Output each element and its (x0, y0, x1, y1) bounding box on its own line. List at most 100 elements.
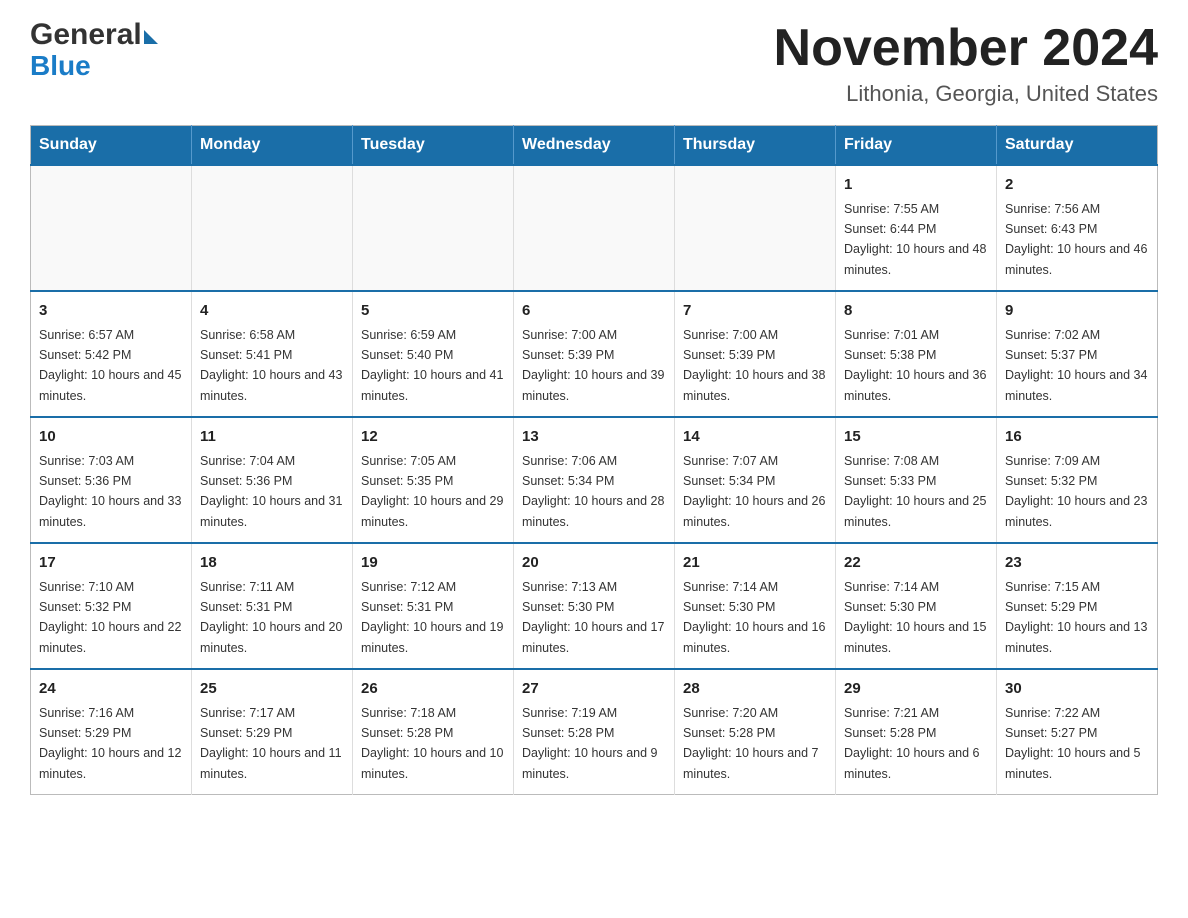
day-info: Sunrise: 7:21 AMSunset: 5:28 PMDaylight:… (844, 706, 980, 781)
day-info: Sunrise: 7:15 AMSunset: 5:29 PMDaylight:… (1005, 580, 1147, 655)
weekday-header-saturday: Saturday (997, 126, 1158, 166)
day-number: 23 (1005, 552, 1149, 575)
calendar-cell-w3-d6: 16 Sunrise: 7:09 AMSunset: 5:32 PMDayligh… (997, 417, 1158, 543)
calendar-cell-w5-d3: 27Sunrise: 7:19 AMSunset: 5:28 PMDayligh… (514, 669, 675, 795)
day-info: Sunrise: 7:06 AMSunset: 5:34 PMDaylight:… (522, 454, 664, 529)
logo: General Blue (30, 20, 158, 82)
calendar-cell-w5-d4: 28 Sunrise: 7:20 AMSunset: 5:28 PMDayligh… (675, 669, 836, 795)
calendar-cell-w1-d1 (192, 165, 353, 291)
day-info: Sunrise: 7:02 AMSunset: 5:37 PMDaylight:… (1005, 328, 1147, 403)
day-info: Sunrise: 6:58 AMSunset: 5:41 PMDaylight:… (200, 328, 342, 403)
day-info: Sunrise: 7:55 AMSunset: 6:44 PMDaylight:… (844, 202, 986, 277)
weekday-header-wednesday: Wednesday (514, 126, 675, 166)
day-number: 15 (844, 426, 988, 449)
calendar-week-3: 10Sunrise: 7:03 AMSunset: 5:36 PMDayligh… (31, 417, 1158, 543)
calendar-cell-w2-d6: 9 Sunrise: 7:02 AMSunset: 5:37 PMDaylight… (997, 291, 1158, 417)
calendar-cell-w1-d6: 2 Sunrise: 7:56 AMSunset: 6:43 PMDaylight… (997, 165, 1158, 291)
calendar-cell-w4-d6: 23 Sunrise: 7:15 AMSunset: 5:29 PMDayligh… (997, 543, 1158, 669)
day-number: 28 (683, 678, 827, 701)
day-info: Sunrise: 7:14 AMSunset: 5:30 PMDaylight:… (683, 580, 825, 655)
calendar-cell-w2-d1: 4 Sunrise: 6:58 AMSunset: 5:41 PMDaylight… (192, 291, 353, 417)
calendar-cell-w5-d6: 30 Sunrise: 7:22 AMSunset: 5:27 PMDayligh… (997, 669, 1158, 795)
calendar-cell-w3-d5: 15 Sunrise: 7:08 AMSunset: 5:33 PMDayligh… (836, 417, 997, 543)
day-number: 5 (361, 300, 505, 323)
calendar-cell-w1-d0 (31, 165, 192, 291)
calendar-cell-w3-d4: 14 Sunrise: 7:07 AMSunset: 5:34 PMDayligh… (675, 417, 836, 543)
day-number: 12 (361, 426, 505, 449)
calendar-header-row: SundayMondayTuesdayWednesdayThursdayFrid… (31, 126, 1158, 166)
weekday-header-sunday: Sunday (31, 126, 192, 166)
calendar-cell-w3-d2: 12 Sunrise: 7:05 AMSunset: 5:35 PMDayligh… (353, 417, 514, 543)
day-number: 19 (361, 552, 505, 575)
day-info: Sunrise: 7:03 AMSunset: 5:36 PMDaylight:… (39, 454, 181, 529)
day-info: Sunrise: 6:57 AMSunset: 5:42 PMDaylight:… (39, 328, 181, 403)
month-title: November 2024 (774, 20, 1158, 77)
day-info: Sunrise: 7:08 AMSunset: 5:33 PMDaylight:… (844, 454, 986, 529)
day-number: 20 (522, 552, 666, 575)
calendar-cell-w2-d2: 5 Sunrise: 6:59 AMSunset: 5:40 PMDaylight… (353, 291, 514, 417)
day-number: 30 (1005, 678, 1149, 701)
calendar-cell-w1-d4 (675, 165, 836, 291)
day-info: Sunrise: 7:14 AMSunset: 5:30 PMDaylight:… (844, 580, 986, 655)
location-label: Lithonia, Georgia, United States (774, 81, 1158, 107)
day-info: Sunrise: 7:22 AMSunset: 5:27 PMDaylight:… (1005, 706, 1141, 781)
calendar-week-2: 3 Sunrise: 6:57 AMSunset: 5:42 PMDaylight… (31, 291, 1158, 417)
day-info: Sunrise: 7:11 AMSunset: 5:31 PMDaylight:… (200, 580, 342, 655)
weekday-header-thursday: Thursday (675, 126, 836, 166)
logo-blue-text: Blue (30, 50, 91, 82)
weekday-header-friday: Friday (836, 126, 997, 166)
day-info: Sunrise: 7:09 AMSunset: 5:32 PMDaylight:… (1005, 454, 1147, 529)
calendar-cell-w4-d3: 20 Sunrise: 7:13 AMSunset: 5:30 PMDayligh… (514, 543, 675, 669)
logo-general-text: General (30, 20, 142, 50)
day-info: Sunrise: 7:19 AMSunset: 5:28 PMDaylight:… (522, 706, 658, 781)
calendar-cell-w2-d0: 3 Sunrise: 6:57 AMSunset: 5:42 PMDaylight… (31, 291, 192, 417)
day-number: 16 (1005, 426, 1149, 449)
day-number: 24 (39, 678, 183, 701)
calendar-cell-w4-d0: 17 Sunrise: 7:10 AMSunset: 5:32 PMDayligh… (31, 543, 192, 669)
calendar-cell-w3-d1: 11 Sunrise: 7:04 AMSunset: 5:36 PMDayligh… (192, 417, 353, 543)
calendar-cell-w5-d2: 26Sunrise: 7:18 AMSunset: 5:28 PMDayligh… (353, 669, 514, 795)
day-info: Sunrise: 7:04 AMSunset: 5:36 PMDaylight:… (200, 454, 342, 529)
day-number: 4 (200, 300, 344, 323)
calendar-cell-w1-d5: 1Sunrise: 7:55 AMSunset: 6:44 PMDaylight… (836, 165, 997, 291)
day-number: 18 (200, 552, 344, 575)
day-number: 25 (200, 678, 344, 701)
day-info: Sunrise: 6:59 AMSunset: 5:40 PMDaylight:… (361, 328, 503, 403)
day-number: 17 (39, 552, 183, 575)
calendar-cell-w2-d3: 6Sunrise: 7:00 AMSunset: 5:39 PMDaylight… (514, 291, 675, 417)
day-number: 2 (1005, 174, 1149, 197)
day-number: 6 (522, 300, 666, 323)
title-section: November 2024 Lithonia, Georgia, United … (774, 20, 1158, 107)
day-info: Sunrise: 7:01 AMSunset: 5:38 PMDaylight:… (844, 328, 986, 403)
day-number: 13 (522, 426, 666, 449)
day-info: Sunrise: 7:20 AMSunset: 5:28 PMDaylight:… (683, 706, 819, 781)
day-info: Sunrise: 7:13 AMSunset: 5:30 PMDaylight:… (522, 580, 664, 655)
calendar-week-1: 1Sunrise: 7:55 AMSunset: 6:44 PMDaylight… (31, 165, 1158, 291)
day-number: 9 (1005, 300, 1149, 323)
day-info: Sunrise: 7:17 AMSunset: 5:29 PMDaylight:… (200, 706, 342, 781)
calendar-cell-w3-d0: 10Sunrise: 7:03 AMSunset: 5:36 PMDayligh… (31, 417, 192, 543)
calendar-week-4: 17 Sunrise: 7:10 AMSunset: 5:32 PMDayligh… (31, 543, 1158, 669)
day-number: 14 (683, 426, 827, 449)
calendar-cell-w3-d3: 13 Sunrise: 7:06 AMSunset: 5:34 PMDayligh… (514, 417, 675, 543)
logo-arrow-icon (144, 30, 158, 44)
day-number: 21 (683, 552, 827, 575)
day-number: 22 (844, 552, 988, 575)
day-number: 11 (200, 426, 344, 449)
calendar-cell-w5-d5: 29 Sunrise: 7:21 AMSunset: 5:28 PMDayligh… (836, 669, 997, 795)
day-number: 29 (844, 678, 988, 701)
day-info: Sunrise: 7:10 AMSunset: 5:32 PMDaylight:… (39, 580, 181, 655)
calendar-cell-w2-d4: 7 Sunrise: 7:00 AMSunset: 5:39 PMDaylight… (675, 291, 836, 417)
calendar-cell-w4-d4: 21 Sunrise: 7:14 AMSunset: 5:30 PMDayligh… (675, 543, 836, 669)
day-info: Sunrise: 7:05 AMSunset: 5:35 PMDaylight:… (361, 454, 503, 529)
day-number: 8 (844, 300, 988, 323)
day-info: Sunrise: 7:00 AMSunset: 5:39 PMDaylight:… (683, 328, 825, 403)
day-number: 7 (683, 300, 827, 323)
page-header: General Blue November 2024 Lithonia, Geo… (30, 20, 1158, 107)
calendar-week-5: 24Sunrise: 7:16 AMSunset: 5:29 PMDayligh… (31, 669, 1158, 795)
day-info: Sunrise: 7:07 AMSunset: 5:34 PMDaylight:… (683, 454, 825, 529)
day-number: 26 (361, 678, 505, 701)
day-number: 3 (39, 300, 183, 323)
day-info: Sunrise: 7:56 AMSunset: 6:43 PMDaylight:… (1005, 202, 1147, 277)
calendar-cell-w5-d0: 24Sunrise: 7:16 AMSunset: 5:29 PMDayligh… (31, 669, 192, 795)
